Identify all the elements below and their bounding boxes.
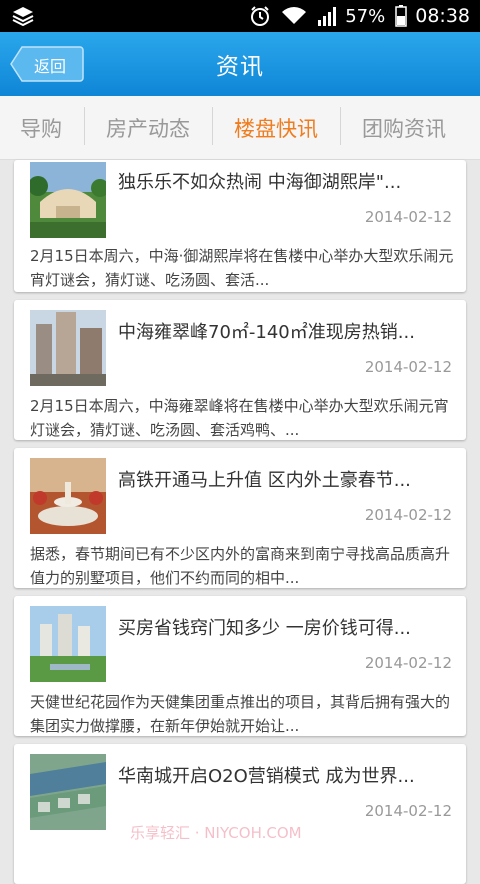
category-tabs: 导购 房产动态 楼盘快讯 团购资讯: [0, 96, 480, 160]
news-summary: [30, 838, 454, 884]
signal-icon: [317, 6, 339, 26]
high-rise-image: [30, 310, 106, 386]
news-title: 买房省钱窍门知多少 一房价钱可得...: [118, 618, 411, 639]
news-title: 中海雍翠峰70㎡-140㎡准现房热销...: [118, 322, 415, 343]
page-title: 资讯: [216, 54, 264, 80]
news-item[interactable]: 华南城开启O2O营销模式 成为世界... 2014-02-12: [14, 744, 466, 884]
tab-project-flash[interactable]: 楼盘快讯: [212, 106, 340, 145]
complex-aerial-image: [30, 754, 106, 830]
news-date: 2014-02-12: [364, 506, 452, 524]
news-summary: 2月15日本周六，中海雍翠峰将在售楼中心举办大型欢乐闹元宵灯谜会，猜灯谜、吃汤圆…: [30, 397, 449, 439]
battery-icon: [395, 5, 407, 27]
tab-group-buy-news[interactable]: 团购资讯: [340, 106, 468, 145]
news-item[interactable]: 独乐乐不如众热闹 中海御湖熙岸"... 2014-02-12 2月15日本周六，…: [14, 160, 466, 292]
news-summary: 据悉，春节期间已有不少区内外的富商来到南宁寻找高品质高升值力的别墅项目，他们不约…: [30, 545, 451, 587]
garden-towers-image: [30, 606, 106, 682]
news-date: 2014-02-12: [364, 802, 452, 820]
news-title: 华南城开启O2O营销模式 成为世界...: [118, 766, 415, 787]
tab-guide[interactable]: 导购: [0, 113, 84, 143]
watermark: 乐享轻汇 · NIYCOH.COM: [130, 824, 302, 842]
news-date: 2014-02-12: [364, 654, 452, 672]
news-summary: 2月15日本周六，中海·御湖熙岸将在售楼中心举办大型欢乐闹元宵灯谜会，猜灯谜、吃…: [30, 247, 454, 289]
news-title: 高铁开通马上升值 区内外土豪春节...: [118, 470, 411, 491]
back-label: 返回: [34, 57, 67, 76]
wifi-icon: [281, 6, 307, 26]
app-stack-icon: [12, 7, 34, 26]
back-button[interactable]: 返回: [10, 46, 84, 82]
news-date: 2014-02-12: [364, 358, 452, 376]
news-summary: 天健世纪花园作为天健集团重点推出的项目，其背后拥有强大的集团实力做撑腰，在新年伊…: [30, 693, 451, 735]
news-date: 2014-02-12: [364, 208, 452, 226]
tab-property-news[interactable]: 房产动态: [84, 106, 212, 145]
villa-garden-image: [30, 162, 106, 238]
news-title: 独乐乐不如众热闹 中海御湖熙岸"...: [118, 172, 402, 193]
fountain-image: [30, 458, 106, 534]
clock: 08:38: [415, 5, 470, 27]
news-item[interactable]: 中海雍翠峰70㎡-140㎡准现房热销... 2014-02-12 2月15日本周…: [14, 300, 466, 440]
news-item[interactable]: 高铁开通马上升值 区内外土豪春节... 2014-02-12 据悉，春节期间已有…: [14, 448, 466, 588]
news-list: 独乐乐不如众热闹 中海御湖熙岸"... 2014-02-12 2月15日本周六，…: [0, 160, 480, 884]
battery-percent: 57%: [345, 5, 386, 27]
status-bar: 57% 08:38: [0, 0, 480, 32]
news-item[interactable]: 买房省钱窍门知多少 一房价钱可得... 2014-02-12 天健世纪花园作为天…: [14, 596, 466, 736]
header-bar: 返回 资讯: [0, 32, 480, 96]
alarm-icon: [249, 5, 271, 27]
